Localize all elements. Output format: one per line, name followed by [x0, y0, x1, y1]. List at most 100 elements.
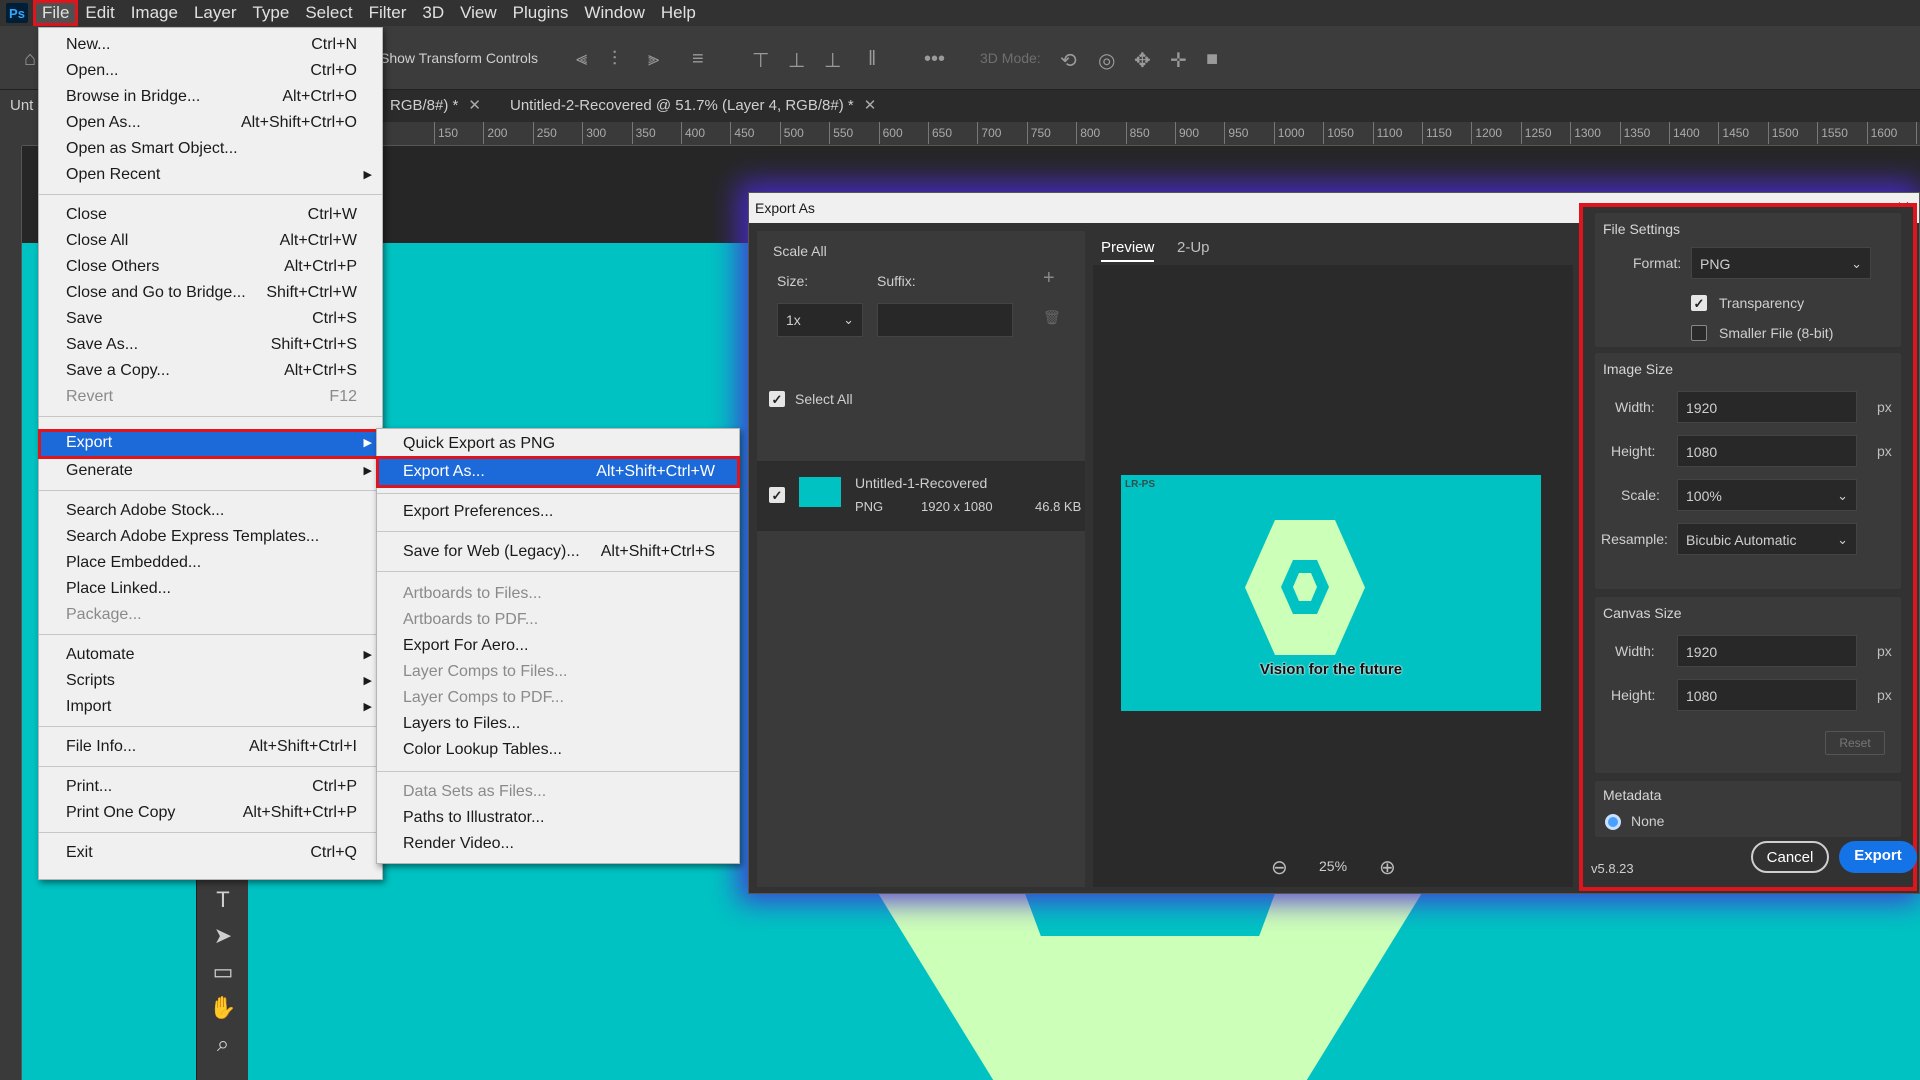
- size-select[interactable]: 1x ⌄: [777, 303, 863, 337]
- type-tool-icon[interactable]: T: [209, 886, 237, 914]
- tab-preview[interactable]: Preview: [1101, 239, 1155, 262]
- close-tab-icon[interactable]: ✕: [864, 97, 877, 114]
- menu-item-data-sets-as-files[interactable]: Data Sets as Files...: [377, 779, 739, 805]
- menu-item-print[interactable]: Print... Ctrl+P: [39, 774, 382, 800]
- resample-select[interactable]: Bicubic Automatic ⌄: [1677, 523, 1857, 555]
- menu-item-search-adobe-stock[interactable]: Search Adobe Stock...: [39, 498, 382, 524]
- menu-item-render-video[interactable]: Render Video...: [377, 831, 739, 857]
- menu-item-search-adobe-express-templates[interactable]: Search Adobe Express Templates...: [39, 524, 382, 550]
- menu-item-place-embedded[interactable]: Place Embedded...: [39, 550, 382, 576]
- menu-select[interactable]: Select: [297, 1, 360, 25]
- menu-item-save[interactable]: Save Ctrl+S: [39, 306, 382, 332]
- menu-item-generate[interactable]: Generate ▶: [39, 458, 382, 484]
- menu-type[interactable]: Type: [244, 1, 297, 25]
- menu-item-export[interactable]: Export ▶: [38, 429, 383, 459]
- menu-item-save-as[interactable]: Save As... Shift+Ctrl+S: [39, 332, 382, 358]
- image-width-input[interactable]: 1920: [1677, 391, 1857, 423]
- menu-item-quick-export-png[interactable]: Quick Export as PNG: [377, 431, 739, 457]
- menu-item-browse-in-bridge[interactable]: Browse in Bridge... Alt+Ctrl+O: [39, 84, 382, 110]
- zoom-in-icon[interactable]: ⊕: [1379, 855, 1396, 880]
- metadata-none-radio[interactable]: [1605, 814, 1621, 830]
- menu-item-automate[interactable]: Automate ▶: [39, 642, 382, 668]
- menu-item-open-as[interactable]: Open As... Alt+Shift+Ctrl+O: [39, 110, 382, 136]
- menu-plugins[interactable]: Plugins: [505, 1, 577, 25]
- menu-item-close-others[interactable]: Close Others Alt+Ctrl+P: [39, 254, 382, 280]
- zoom-tool-icon[interactable]: ⌕: [209, 1030, 237, 1058]
- hand-tool-icon[interactable]: ✋: [209, 994, 237, 1022]
- menu-item-revert[interactable]: Revert F12: [39, 384, 382, 410]
- menu-item-artboards-to-files[interactable]: Artboards to Files...: [377, 581, 739, 607]
- menu-item-save-for-web[interactable]: Save for Web (Legacy)... Alt+Shift+Ctrl+S: [377, 539, 739, 565]
- menu-item-close[interactable]: Close Ctrl+W: [39, 202, 382, 228]
- transparency-checkbox[interactable]: ✓: [1691, 295, 1707, 311]
- menu-item-open-as-smart-object[interactable]: Open as Smart Object...: [39, 136, 382, 162]
- scale-select[interactable]: 100% ⌄: [1677, 479, 1857, 511]
- smaller-file-checkbox[interactable]: [1691, 325, 1707, 341]
- tab-2-up[interactable]: 2-Up: [1177, 239, 1210, 256]
- distribute-icon[interactable]: ≡: [692, 48, 704, 71]
- suffix-input[interactable]: [877, 303, 1013, 337]
- menu-item-export-preferences[interactable]: Export Preferences...: [377, 499, 739, 525]
- tab-document-1[interactable]: Unt: [0, 90, 40, 122]
- select-all-checkbox[interactable]: ✓: [769, 391, 785, 407]
- asset-checkbox[interactable]: ✓: [769, 487, 785, 503]
- menu-filter[interactable]: Filter: [361, 1, 415, 25]
- distribute-vertical-icon[interactable]: ‖: [868, 48, 876, 71]
- menu-item-exit[interactable]: Exit Ctrl+Q: [39, 840, 382, 866]
- menu-image[interactable]: Image: [123, 1, 186, 25]
- close-tab-icon[interactable]: ✕: [468, 97, 481, 114]
- menu-item-layers-to-files[interactable]: Layers to Files...: [377, 711, 739, 737]
- align-bottom-icon[interactable]: ⊥: [824, 48, 841, 73]
- menu-edit[interactable]: Edit: [77, 1, 122, 25]
- 3d-slide-icon[interactable]: ✛: [1170, 48, 1187, 73]
- align-top-icon[interactable]: ⊤: [752, 48, 769, 73]
- menu-item-layer-comps-to-files[interactable]: Layer Comps to Files...: [377, 659, 739, 685]
- menu-3d[interactable]: 3D: [414, 1, 452, 25]
- 3d-camera-icon[interactable]: ■: [1206, 48, 1218, 71]
- menu-item-new[interactable]: New... Ctrl+N: [39, 32, 382, 58]
- menu-item-package[interactable]: Package...: [39, 602, 382, 628]
- export-button[interactable]: Export: [1839, 841, 1917, 873]
- path-selection-tool-icon[interactable]: ➤: [209, 922, 237, 950]
- menu-window[interactable]: Window: [576, 1, 652, 25]
- 3d-pan-icon[interactable]: ✥: [1134, 48, 1151, 73]
- menu-item-save-a-copy[interactable]: Save a Copy... Alt+Ctrl+S: [39, 358, 382, 384]
- menu-item-layer-comps-to-pdf[interactable]: Layer Comps to PDF...: [377, 685, 739, 711]
- menu-item-export-as[interactable]: Export As... Alt+Shift+Ctrl+W: [376, 456, 740, 488]
- cancel-button[interactable]: Cancel: [1751, 841, 1829, 873]
- trash-icon[interactable]: 🗑: [1043, 309, 1061, 326]
- align-middle-icon[interactable]: ⊥: [788, 48, 805, 73]
- menu-item-place-linked[interactable]: Place Linked...: [39, 576, 382, 602]
- menu-item-open-recent[interactable]: Open Recent ▶: [39, 162, 382, 188]
- add-scale-icon[interactable]: +: [1043, 267, 1055, 290]
- menu-item-artboards-to-pdf[interactable]: Artboards to PDF...: [377, 607, 739, 633]
- menu-help[interactable]: Help: [653, 1, 704, 25]
- canvas-width-input[interactable]: 1920: [1677, 635, 1857, 667]
- menu-item-export-for-aero[interactable]: Export For Aero...: [377, 633, 739, 659]
- show-transform-controls[interactable]: Show Transform Controls: [380, 50, 538, 66]
- menu-item-import[interactable]: Import ▶: [39, 694, 382, 720]
- menu-item-scripts[interactable]: Scripts ▶: [39, 668, 382, 694]
- tab-document-1-suffix[interactable]: RGB/8#) * ✕: [380, 90, 491, 122]
- 3d-orbit-icon[interactable]: ⟲: [1060, 48, 1077, 73]
- align-center-icon[interactable]: ⫶: [612, 48, 617, 71]
- menu-view[interactable]: View: [452, 1, 505, 25]
- more-options-icon[interactable]: •••: [924, 48, 945, 71]
- image-height-input[interactable]: 1080: [1677, 435, 1857, 467]
- menu-item-close-all[interactable]: Close All Alt+Ctrl+W: [39, 228, 382, 254]
- tab-document-2[interactable]: Untitled-2-Recovered @ 51.7% (Layer 4, R…: [500, 90, 887, 122]
- menu-item-color-lookup-tables[interactable]: Color Lookup Tables...: [377, 737, 739, 763]
- home-icon[interactable]: ⌂: [24, 48, 36, 71]
- reset-button[interactable]: Reset: [1825, 731, 1885, 755]
- format-select[interactable]: PNG ⌄: [1691, 247, 1871, 279]
- asset-row[interactable]: ✓ Untitled-1-Recovered PNG 1920 x 1080 4…: [757, 461, 1085, 531]
- menu-item-print-one-copy[interactable]: Print One Copy Alt+Shift+Ctrl+P: [39, 800, 382, 826]
- align-left-icon[interactable]: ⫷: [576, 48, 587, 71]
- menu-item-file-info[interactable]: File Info... Alt+Shift+Ctrl+I: [39, 734, 382, 760]
- 3d-roll-icon[interactable]: ◎: [1098, 48, 1115, 73]
- zoom-out-icon[interactable]: ⊖: [1271, 855, 1288, 880]
- menu-layer[interactable]: Layer: [186, 1, 245, 25]
- align-right-icon[interactable]: ⫸: [648, 48, 659, 71]
- rectangle-tool-icon[interactable]: ▭: [209, 958, 237, 986]
- menu-item-open[interactable]: Open... Ctrl+O: [39, 58, 382, 84]
